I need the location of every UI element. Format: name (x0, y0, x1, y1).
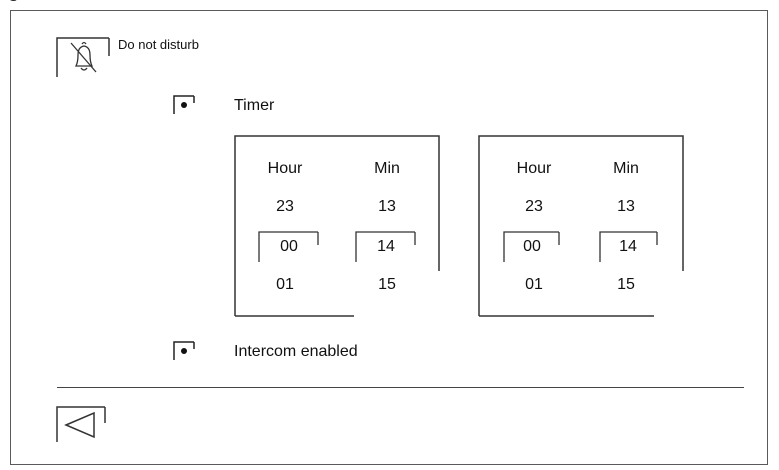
min-prev[interactable]: 13 (357, 198, 417, 216)
back-button[interactable] (56, 405, 106, 443)
timer-radio[interactable] (173, 95, 195, 115)
divider (57, 387, 744, 388)
hour-next[interactable]: 01 (255, 276, 315, 294)
min-header: Min (374, 160, 400, 177)
timer-label: Timer (234, 97, 275, 114)
min-selected[interactable]: 14 (355, 231, 417, 263)
clipped-text-fragment: 5 (0, 0, 779, 6)
min-header: Min (613, 160, 639, 177)
hour-header: Hour (267, 160, 303, 177)
hour-selected[interactable]: 00 (258, 231, 320, 263)
min-selected-value: 14 (377, 238, 395, 255)
back-arrow-icon (56, 406, 106, 442)
min-prev[interactable]: 13 (596, 198, 656, 216)
intercom-radio[interactable] (173, 341, 195, 361)
min-selected-value: 14 (619, 238, 637, 255)
radio-selected-icon (173, 341, 195, 360)
hour-selected-value: 00 (280, 238, 298, 255)
min-selected[interactable]: 14 (599, 231, 661, 263)
hour-header: Hour (516, 160, 552, 177)
min-next[interactable]: 15 (596, 276, 656, 294)
hour-selected[interactable]: 00 (503, 231, 565, 263)
min-next[interactable]: 15 (357, 276, 417, 294)
radio-selected-icon (173, 95, 195, 114)
hour-prev[interactable]: 23 (504, 198, 564, 216)
hour-selected-value: 00 (523, 238, 541, 255)
timer-end-panel: Hour Min 23 13 00 14 01 15 (478, 135, 684, 317)
intercom-label: Intercom enabled (234, 343, 358, 360)
timer-start-panel: Hour Min 23 13 00 14 01 15 (234, 135, 440, 317)
hour-next[interactable]: 01 (504, 276, 564, 294)
bell-off-icon[interactable] (56, 36, 110, 78)
hour-prev[interactable]: 23 (255, 198, 315, 216)
page-title: Do not disturb (118, 37, 199, 52)
